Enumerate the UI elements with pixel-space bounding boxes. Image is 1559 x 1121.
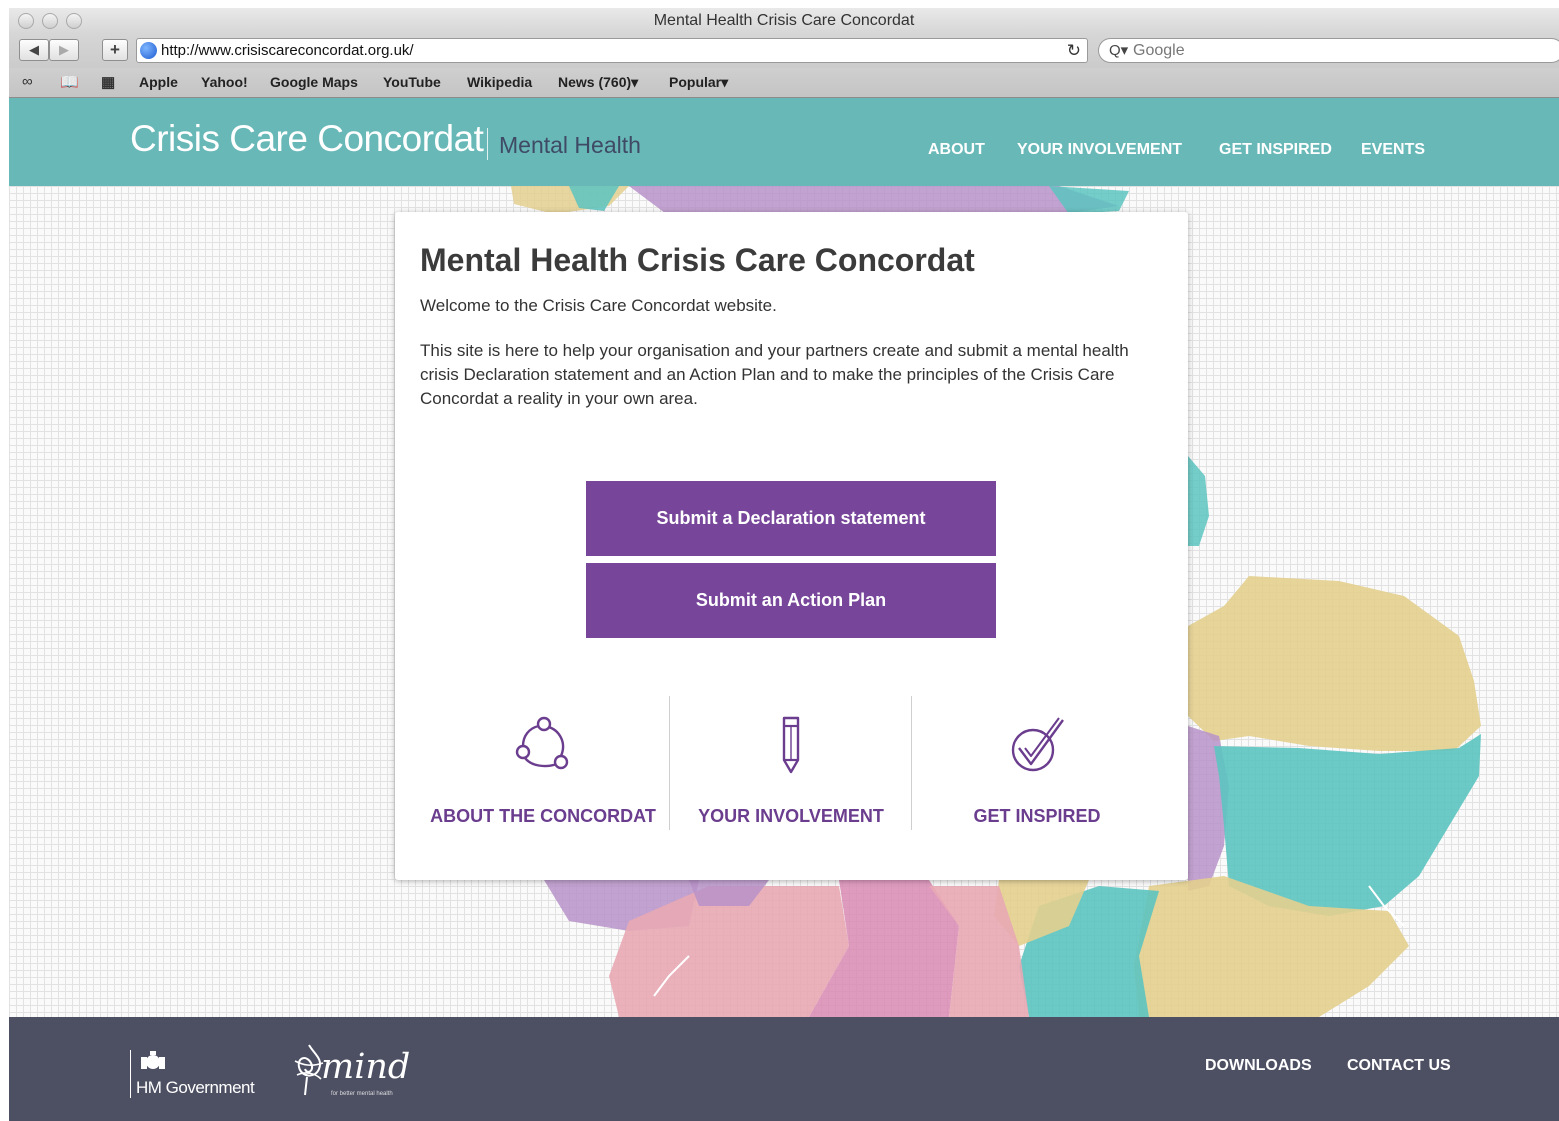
- contact-us-link[interactable]: CONTACT US: [1347, 1057, 1451, 1075]
- mind-logo[interactable]: mind: [321, 1047, 410, 1087]
- forward-arrow-icon: ▶: [59, 42, 69, 57]
- back-arrow-icon: ◀: [29, 42, 39, 57]
- globe-icon: [140, 42, 157, 59]
- browser-toolbar: ◀ ▶ + http://www.crisiscareconcordat.org…: [9, 34, 1559, 68]
- logo-divider: [487, 128, 488, 160]
- intro-paragraph: This site is here to help your organisat…: [420, 341, 1129, 408]
- network-nodes-icon: [515, 716, 569, 770]
- welcome-text: Welcome to the Crisis Care Concordat web…: [420, 296, 777, 315]
- bookmark-youtube[interactable]: YouTube: [383, 74, 441, 90]
- pencil-icon: [782, 716, 800, 774]
- top-sites-grid-icon[interactable]: ▦: [101, 73, 115, 91]
- reload-icon[interactable]: ↻: [1067, 41, 1081, 61]
- feature-label: ABOUT THE CONCORDAT: [430, 806, 656, 826]
- site-header: Crisis Care Concordat Mental Health ABOU…: [9, 98, 1559, 186]
- downloads-link[interactable]: DOWNLOADS: [1205, 1057, 1312, 1075]
- address-bar[interactable]: http://www.crisiscareconcordat.org.uk/ ↻: [136, 38, 1088, 63]
- feature-divider: [911, 696, 912, 830]
- page-title: Mental Health Crisis Care Concordat: [420, 242, 975, 278]
- search-placeholder: Google: [1133, 42, 1185, 59]
- title-bar: Mental Health Crisis Care Concordat: [9, 8, 1559, 34]
- hm-government-logo[interactable]: HM Government: [136, 1078, 255, 1098]
- royal-crest-icon: [141, 1051, 165, 1069]
- search-icon: Q▾: [1109, 42, 1129, 59]
- checkmark-icon: [1011, 717, 1064, 772]
- your-involvement-link[interactable]: YOUR INVOLVEMENT: [675, 712, 907, 842]
- about-concordat-link[interactable]: ABOUT THE CONCORDAT: [423, 712, 663, 842]
- plus-icon: +: [110, 40, 120, 59]
- bookmarks-book-icon[interactable]: 📖: [60, 73, 79, 91]
- hm-government-bar: [130, 1050, 131, 1098]
- url-text: http://www.crisiscareconcordat.org.uk/: [161, 42, 414, 59]
- bookmarks-bar: ∞ 📖 ▦ Apple Yahoo! Google Maps YouTube W…: [9, 68, 1559, 98]
- add-bookmark-button[interactable]: +: [102, 39, 128, 61]
- search-input[interactable]: Q▾ Google: [1098, 38, 1559, 63]
- bookmark-popular-dropdown[interactable]: Popular▾: [669, 74, 728, 91]
- site-footer: HM Government mind for better mental hea…: [9, 1017, 1559, 1121]
- nav-about[interactable]: ABOUT: [928, 141, 985, 159]
- site-logo-subtitle: Mental Health: [499, 132, 641, 158]
- nav-get-inspired[interactable]: GET INSPIRED: [1219, 141, 1332, 159]
- mind-tagline: for better mental health: [331, 1091, 393, 1097]
- feature-label: GET INSPIRED: [973, 806, 1101, 826]
- bookmark-apple[interactable]: Apple: [139, 74, 178, 90]
- nav-your-involvement[interactable]: YOUR INVOLVEMENT: [1017, 141, 1182, 159]
- bookmark-google-maps[interactable]: Google Maps: [270, 74, 358, 90]
- bookmark-yahoo[interactable]: Yahoo!: [201, 74, 248, 90]
- bookmark-news-dropdown[interactable]: News (760)▾: [558, 74, 638, 91]
- window-title: Mental Health Crisis Care Concordat: [653, 12, 915, 29]
- submit-action-plan-button[interactable]: Submit an Action Plan: [586, 563, 996, 638]
- submit-declaration-button[interactable]: Submit a Declaration statement: [586, 481, 996, 556]
- reading-list-icon[interactable]: ∞: [22, 73, 33, 90]
- get-inspired-link[interactable]: GET INSPIRED: [917, 712, 1157, 842]
- back-button[interactable]: ◀: [19, 39, 49, 61]
- forward-button[interactable]: ▶: [49, 39, 79, 61]
- intro-card: Mental Health Crisis Care Concordat Welc…: [395, 212, 1188, 880]
- feature-label: YOUR INVOLVEMENT: [698, 806, 884, 826]
- nav-events[interactable]: EVENTS: [1361, 141, 1425, 159]
- browser-window: Mental Health Crisis Care Concordat ◀ ▶ …: [9, 8, 1559, 1121]
- feature-divider: [669, 696, 670, 830]
- site-logo[interactable]: Crisis Care Concordat: [130, 118, 484, 160]
- bookmark-wikipedia[interactable]: Wikipedia: [467, 74, 532, 90]
